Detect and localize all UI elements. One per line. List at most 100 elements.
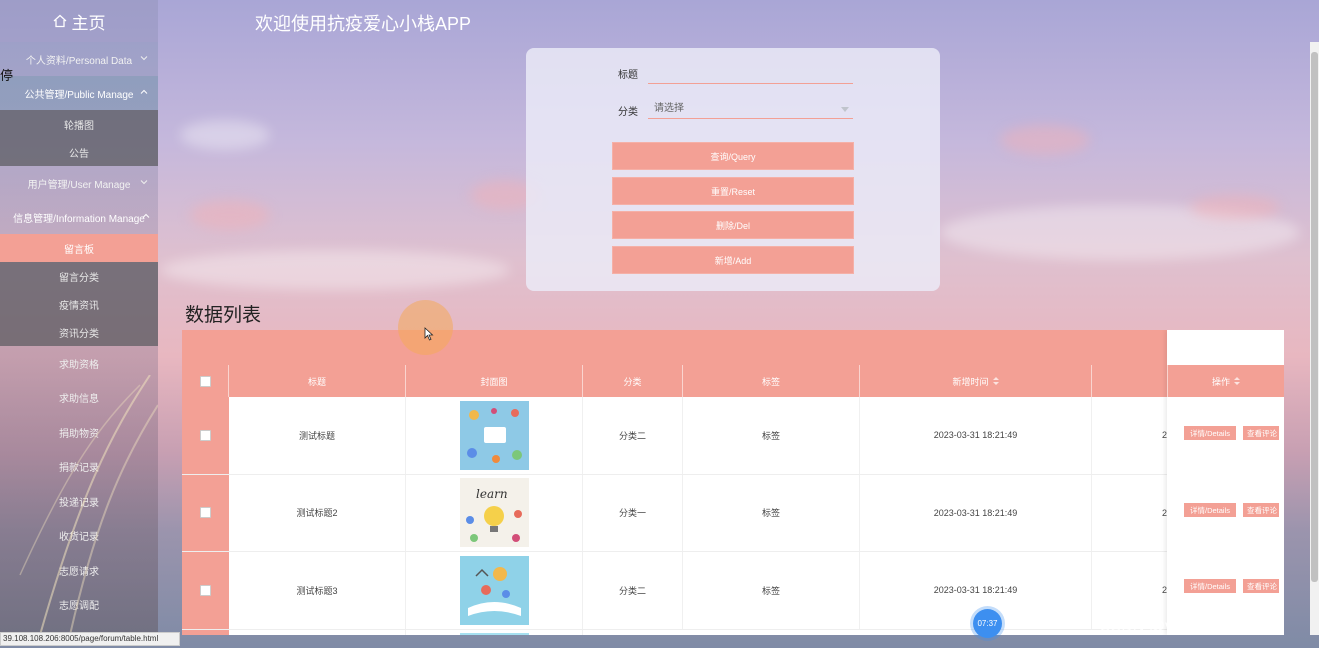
- column-header-label: 新增时间: [952, 376, 989, 387]
- row-checkbox[interactable]: [199, 584, 211, 596]
- row-select-cell: [182, 552, 229, 629]
- menu-item-label: 留言板: [64, 244, 94, 256]
- cover-cell: [406, 397, 583, 474]
- category-cell: 分类一: [583, 474, 683, 551]
- sidebar: 个人资料/Personal Data 公共管理/Public Manage 轮播…: [0, 42, 158, 635]
- scrollbar-thumb[interactable]: [1311, 52, 1318, 582]
- chevron-up-icon: [140, 89, 148, 94]
- menu-group-label: 公共管理/Public Manage: [24, 89, 134, 101]
- title-cell: 测试标题2: [229, 474, 406, 551]
- table-row: 测试标题 分类二 标签 2023-03-31 18:21:49: [182, 397, 1284, 475]
- background-cloud: [1000, 125, 1090, 155]
- cover-image: [459, 633, 529, 635]
- sort-icon: [1234, 377, 1240, 385]
- menu-group-label: 信息管理/Information Manage: [13, 213, 145, 225]
- menu-item-notice[interactable]: 公告: [0, 138, 158, 166]
- menu-item-volunteer-requests[interactable]: 志愿请求: [0, 553, 158, 588]
- menu-item-receipt-records[interactable]: 收货记录: [0, 519, 158, 554]
- view-comments-button[interactable]: 查看评论: [1243, 426, 1279, 440]
- column-header-blank: [1092, 365, 1168, 397]
- chevron-down-icon: [140, 180, 148, 185]
- title-cell: [229, 629, 406, 635]
- menu-item-label: 捐助物资: [59, 428, 99, 440]
- home-link[interactable]: 主页: [0, 0, 158, 42]
- menu-item-volunteer-dispatch[interactable]: 志愿调配: [0, 588, 158, 623]
- query-button[interactable]: 查询/Query: [612, 142, 854, 170]
- menu-item-label: 留言分类: [59, 272, 99, 284]
- menu-item-label: 求助资格: [59, 359, 99, 371]
- operation-header: 操作: [1167, 365, 1284, 397]
- menu-item-message-board[interactable]: 留言板: [0, 234, 158, 262]
- operation-column: 操作 详情/Details 查看评论 详情/Details 查看评论 详情/De…: [1167, 330, 1284, 635]
- select-all-checkbox[interactable]: [199, 375, 211, 387]
- row-select-cell: [182, 397, 229, 474]
- cover-cell: learn: [406, 474, 583, 551]
- row-select-cell: [182, 629, 229, 635]
- category-cell: 分类二: [583, 552, 683, 629]
- row-checkbox[interactable]: [199, 429, 211, 441]
- menu-item-message-category[interactable]: 留言分类: [0, 262, 158, 290]
- menu-group-public-manage[interactable]: 公共管理/Public Manage: [0, 76, 158, 110]
- category-select[interactable]: 请选择: [648, 99, 853, 119]
- column-header: 封面图: [406, 365, 583, 397]
- menu-item-help-info[interactable]: 求助信息: [0, 381, 158, 416]
- background-cloud: [190, 200, 270, 230]
- menu-item-news-category[interactable]: 资讯分类: [0, 318, 158, 346]
- home-icon: [53, 14, 66, 28]
- details-button[interactable]: 详情/Details: [1184, 579, 1236, 593]
- caret-down-icon: [841, 107, 849, 112]
- delete-button[interactable]: 删除/Del: [612, 211, 854, 239]
- row-select-cell: [182, 474, 229, 551]
- tag-cell: 标签: [683, 474, 860, 551]
- menu-group-personal-data[interactable]: 个人资料/Personal Data: [0, 42, 158, 76]
- menu-item-epidemic-news[interactable]: 疫情资讯: [0, 290, 158, 318]
- details-button[interactable]: 详情/Details: [1184, 503, 1236, 517]
- menu-item-label: 捐款记录: [59, 463, 99, 475]
- menu-item-label: 投递记录: [59, 497, 99, 509]
- title-label: 标题: [618, 70, 638, 81]
- row-checkbox[interactable]: [199, 507, 211, 519]
- view-comments-button[interactable]: 查看评论: [1243, 579, 1279, 593]
- menu-item-donated-supplies[interactable]: 捐助物资: [0, 415, 158, 450]
- chevron-up-icon: [142, 213, 150, 218]
- column-header: 分类: [583, 365, 683, 397]
- table-header: 标题 封面图 分类 标签 新增时间: [182, 365, 1284, 397]
- list-title: 数据列表: [185, 305, 262, 326]
- title-input[interactable]: [648, 64, 853, 84]
- hidden-cell: [1092, 397, 1168, 474]
- add-button[interactable]: 新增/Add: [612, 246, 854, 274]
- menu-group-label: 用户管理/User Manage: [27, 179, 131, 191]
- details-button[interactable]: 详情/Details: [1184, 426, 1236, 440]
- menu-item-label: 轮播图: [64, 120, 94, 132]
- menu-item-carousel[interactable]: 轮播图: [0, 110, 158, 138]
- menu-item-help-qualification[interactable]: 求助资格: [0, 346, 158, 381]
- menu-group-information-manage[interactable]: 信息管理/Information Manage: [0, 200, 158, 234]
- column-header: 标签: [683, 365, 860, 397]
- menu-group-user-manage[interactable]: 用户管理/User Manage: [0, 166, 158, 200]
- time-cell: 2023-03-31 18:21:49: [860, 397, 1092, 474]
- background-cloud: [160, 250, 510, 290]
- view-comments-button[interactable]: 查看评论: [1243, 503, 1279, 517]
- menu-item-donation-records[interactable]: 捐款记录: [0, 450, 158, 485]
- background-cloud: [1190, 195, 1280, 220]
- app-title: 欢迎使用抗疫爱心小栈APP: [255, 14, 472, 34]
- column-header-time[interactable]: 新增时间: [860, 365, 1092, 397]
- column-header: 标题: [229, 365, 406, 397]
- reset-button[interactable]: 重置/Reset: [612, 177, 854, 205]
- recording-timer: 07:37: [973, 609, 1002, 638]
- home-label: 主页: [71, 13, 106, 33]
- cover-cell: [406, 629, 583, 635]
- top-bar: 主页 欢迎使用抗疫爱心小栈APP: [0, 0, 1310, 42]
- menu-item-label: 收货记录: [59, 532, 99, 544]
- menu-item-delivery-records[interactable]: 投递记录: [0, 484, 158, 519]
- background-cloud: [180, 120, 270, 150]
- page-scrollbar[interactable]: [1310, 42, 1319, 635]
- stray-character: 停: [0, 68, 14, 83]
- time-cell: 2023-03-31 18:21:49: [860, 474, 1092, 551]
- category-cell: 分类二: [583, 397, 683, 474]
- data-table: 标题 封面图 分类 标签 新增时间 测试标题 分类二 标签 2023-03-31…: [182, 330, 1284, 635]
- cover-image: [459, 555, 529, 625]
- truncated-cell: 2: [1162, 585, 1168, 595]
- category-placeholder: 请选择: [654, 103, 684, 114]
- status-url: 39.108.108.206:8005/page/forum/table.htm…: [0, 632, 180, 646]
